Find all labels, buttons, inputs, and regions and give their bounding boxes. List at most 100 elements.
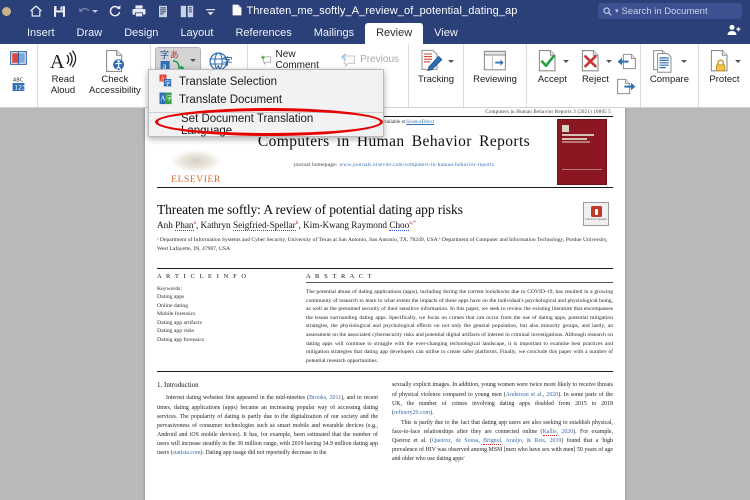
- tab-insert[interactable]: Insert: [16, 23, 66, 44]
- tracking-icon: [419, 49, 454, 73]
- check-accessibility-label: Check Accessibility: [89, 74, 141, 96]
- document-canvas[interactable]: Computers in Human Behavior Reports 3 (2…: [0, 108, 750, 500]
- svg-text:字: 字: [160, 49, 169, 60]
- new-comment-button[interactable]: New Comment: [258, 48, 326, 71]
- tracking-dropdown-caret[interactable]: [447, 59, 454, 63]
- keyword-item: Mobile forensics: [157, 311, 196, 318]
- svg-text:A: A: [50, 51, 65, 73]
- accept-dropdown-caret[interactable]: [562, 59, 569, 63]
- article-header: Threaten me softly: A review of potentia…: [157, 202, 613, 232]
- menu-item-set-document-translation-language[interactable]: Set Document Translation Language...: [149, 113, 383, 137]
- previous-change-icon[interactable]: [617, 53, 636, 75]
- sciencedirect-link[interactable]: ScienceDirect: [406, 120, 434, 125]
- search-input[interactable]: ▾ Search in Document: [598, 3, 742, 19]
- save-icon[interactable]: [52, 4, 67, 19]
- document-view-icon[interactable]: [155, 4, 170, 19]
- search-dropdown-caret[interactable]: ▾: [615, 7, 619, 15]
- undo-icon[interactable]: [76, 4, 91, 19]
- ribbon-tab-bar: Insert Draw Design Layout References Mai…: [0, 22, 750, 44]
- body-column-left: 1. Introduction Internet dating websites…: [157, 381, 378, 464]
- svg-text:A: A: [160, 95, 165, 103]
- body-paragraph-2: sexually explicit images. In addition, y…: [392, 382, 613, 416]
- read-mode-icon[interactable]: [10, 51, 27, 70]
- keywords-label: Keywords:: [157, 286, 182, 293]
- read-aloud-icon: A: [49, 49, 77, 73]
- body-paragraph-3: This is partly due to the fact that dati…: [392, 419, 613, 463]
- tracking-label: Tracking: [418, 74, 455, 85]
- reviewing-button[interactable]: Reviewing: [468, 47, 522, 86]
- tab-design[interactable]: Design: [113, 23, 169, 44]
- tab-view[interactable]: View: [423, 23, 469, 44]
- document-icon: [232, 4, 242, 19]
- article-authors: Anh Phana, Kathryn Seigfried-Spellarb, K…: [157, 220, 416, 232]
- ribbon-group-compare: Compare: [641, 44, 699, 107]
- tab-layout[interactable]: Layout: [169, 23, 224, 44]
- new-comment-label: New Comment: [275, 48, 319, 71]
- title-bar: Threaten_me_softly_A_review_of_potential…: [0, 0, 750, 22]
- abstract-heading: A B S T R A C T: [306, 273, 613, 284]
- document-page[interactable]: Computers in Human Behavior Reports 3 (2…: [145, 108, 625, 500]
- redo-icon[interactable]: [107, 4, 122, 19]
- compare-label: Compare: [649, 74, 689, 85]
- reject-button[interactable]: Reject: [574, 47, 617, 86]
- protect-button[interactable]: Protect: [703, 47, 746, 86]
- tab-draw[interactable]: Draw: [66, 23, 114, 44]
- svg-text:字: 字: [166, 95, 172, 103]
- menu-item-translate-document[interactable]: A字 Translate Document: [149, 91, 383, 109]
- previous-comment-button[interactable]: Previous: [338, 51, 402, 68]
- translate-dropdown-menu[interactable]: A字 Translate Selection A字 Translate Docu…: [148, 69, 384, 137]
- articleinfo-heading: A R T I C L E I N F O: [157, 273, 248, 281]
- svg-text:字: 字: [222, 55, 232, 68]
- elsevier-wordmark: ELSEVIER: [171, 175, 221, 185]
- read-aloud-button[interactable]: A Read Aloud: [42, 47, 84, 96]
- accept-icon: [536, 49, 569, 73]
- accept-button[interactable]: Accept: [531, 47, 574, 86]
- reviewing-label: Reviewing: [473, 74, 517, 85]
- side-panel-icon[interactable]: [179, 4, 194, 19]
- window-traffic-light[interactable]: [2, 6, 11, 16]
- word-count-icon[interactable]: ABC 123: [10, 76, 27, 97]
- undo-dropdown-caret[interactable]: [92, 9, 98, 13]
- introduction-heading: 1. Introduction: [157, 381, 199, 390]
- compare-button[interactable]: Compare: [645, 47, 694, 86]
- protect-dropdown-caret[interactable]: [734, 59, 741, 63]
- translate-selection-icon: A字: [159, 74, 172, 90]
- compare-dropdown-caret[interactable]: [680, 59, 687, 63]
- keyword-item: Dating app forensics: [157, 336, 205, 343]
- accept-label: Accept: [537, 74, 567, 85]
- quick-access-overflow-icon[interactable]: [203, 4, 218, 19]
- crossmark-badge[interactable]: Check for updates: [583, 202, 609, 226]
- print-icon[interactable]: [131, 4, 146, 19]
- check-accessibility-button[interactable]: Check Accessibility: [84, 47, 146, 96]
- menu-item-translate-selection[interactable]: A字 Translate Selection: [149, 73, 383, 91]
- protect-label: Protect: [709, 74, 740, 85]
- keyword-item: Dating apps: [157, 294, 185, 301]
- menu-item-label: Translate Document: [179, 94, 283, 106]
- change-nav-column: [617, 47, 636, 100]
- quick-access-toolbar: [28, 4, 218, 19]
- tab-references[interactable]: References: [224, 23, 302, 44]
- reject-dropdown-caret[interactable]: [605, 59, 612, 63]
- body-columns: 1. Introduction Internet dating websites…: [157, 381, 613, 464]
- elsevier-tree-icon: [168, 140, 224, 174]
- journal-homepage-url[interactable]: www.journals.elsevier.com/computers-in-h…: [339, 162, 494, 168]
- introduction-paragraph-1: Internet dating websites first appeared …: [157, 395, 379, 456]
- menu-item-label: Set Document Translation Language...: [181, 113, 314, 137]
- article-info-abstract-box: A R T I C L E I N F O Keywords: Dating a…: [157, 268, 613, 373]
- tracking-button[interactable]: Tracking: [413, 47, 459, 86]
- ribbon-group-protect: Protect: [699, 44, 750, 107]
- undo-group[interactable]: [76, 4, 98, 19]
- share-icon[interactable]: [727, 23, 741, 41]
- home-icon[interactable]: [28, 4, 43, 19]
- tab-mailings[interactable]: Mailings: [303, 23, 365, 44]
- menu-item-label: Translate Selection: [179, 76, 278, 88]
- ribbon-group-changes: Accept Reject: [527, 44, 641, 107]
- translate-dropdown-caret[interactable]: [189, 59, 196, 62]
- tab-review[interactable]: Review: [365, 23, 424, 44]
- abstract-text: The potential abuse of dating applicatio…: [306, 289, 613, 364]
- compare-icon: [652, 49, 687, 73]
- svg-text:ABC: ABC: [13, 78, 24, 84]
- previous-comment-icon: [341, 52, 356, 67]
- next-change-icon[interactable]: [617, 78, 636, 100]
- crossmark-label: Check for updates: [585, 217, 607, 222]
